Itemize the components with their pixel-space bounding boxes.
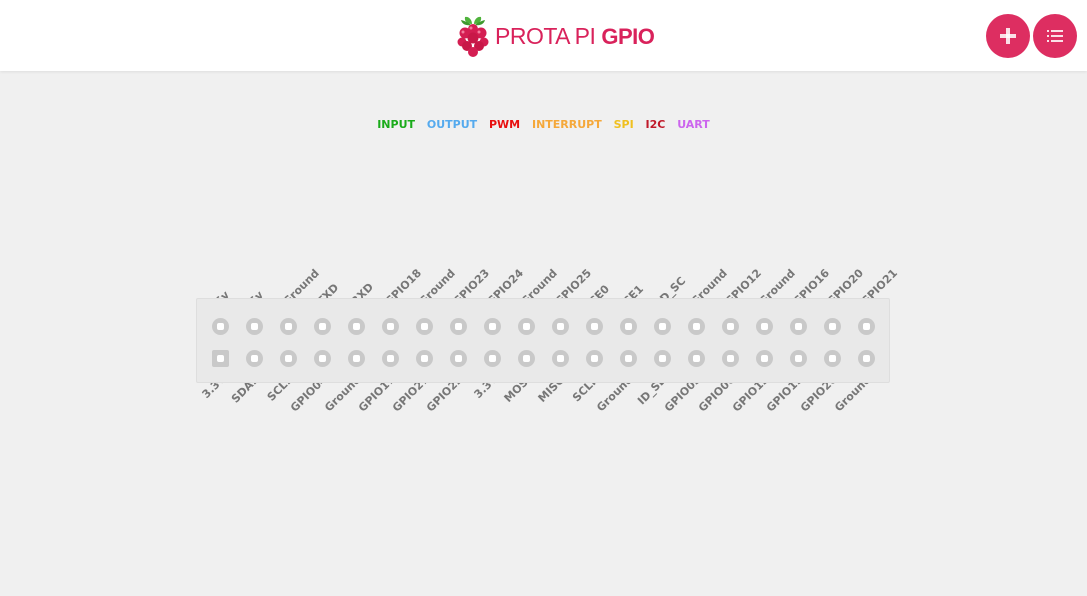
gpio-pin-bottom-4[interactable] [314,350,331,367]
gpio-pin-top-17[interactable] [756,318,773,335]
gpio-pin-bottom-20[interactable] [858,350,875,367]
gpio-pin-top-6[interactable] [382,318,399,335]
gpio-pin-top-8[interactable] [450,318,467,335]
gpio-pin-bottom-16[interactable] [722,350,739,367]
plus-icon [1000,28,1016,44]
gpio-pin-top-18[interactable] [790,318,807,335]
legend-uart[interactable]: UART [677,118,710,131]
legend-interrupt[interactable]: INTERRUPT [532,118,602,131]
app-title-bold: GPIO [601,23,655,49]
gpio-pin-top-2[interactable] [246,318,263,335]
gpio-pin-top-12[interactable] [586,318,603,335]
gpio-pin-bottom-1[interactable] [212,350,229,367]
gpio-pin-top-11[interactable] [552,318,569,335]
gpio-pin-bottom-14[interactable] [654,350,671,367]
gpio-pin-bottom-3[interactable] [280,350,297,367]
gpio-pin-bottom-12[interactable] [586,350,603,367]
gpio-pin-bottom-6[interactable] [382,350,399,367]
gpio-pin-bottom-5[interactable] [348,350,365,367]
legend-i2c[interactable]: I2C [646,118,666,131]
gpio-pin-top-10[interactable] [518,318,535,335]
gpio-pin-top-5[interactable] [348,318,365,335]
gpio-pin-top-4[interactable] [314,318,331,335]
raspberry-pi-icon [457,16,489,57]
legend-input[interactable]: INPUT [377,118,415,131]
gpio-header-board [196,298,890,383]
gpio-pin-bottom-19[interactable] [824,350,841,367]
app-logo[interactable]: PROTA PI GPIO [455,12,655,60]
gpio-pin-top-16[interactable] [722,318,739,335]
gpio-pin-bottom-8[interactable] [450,350,467,367]
gpio-pin-bottom-13[interactable] [620,350,637,367]
add-button[interactable] [986,14,1030,58]
gpio-pin-bottom-15[interactable] [688,350,705,367]
app-title-light: PROTA PI [495,22,596,49]
gpio-pin-top-7[interactable] [416,318,433,335]
app-header: PROTA PI GPIO [0,0,1087,71]
gpio-pin-top-14[interactable] [654,318,671,335]
gpio-pin-bottom-18[interactable] [790,350,807,367]
gpio-pin-top-19[interactable] [824,318,841,335]
legend-pwm[interactable]: PWM [489,118,520,131]
list-icon [1047,30,1063,42]
pin-type-legend: INPUT OUTPUT PWM INTERRUPT SPI I2C UART [0,118,1087,131]
gpio-pin-top-20[interactable] [858,318,875,335]
gpio-pin-top-1[interactable] [212,318,229,335]
gpio-pin-bottom-9[interactable] [484,350,501,367]
gpio-pin-top-3[interactable] [280,318,297,335]
gpio-pin-bottom-2[interactable] [246,350,263,367]
gpio-pin-bottom-7[interactable] [416,350,433,367]
legend-spi[interactable]: SPI [614,118,634,131]
legend-output[interactable]: OUTPUT [427,118,477,131]
app-title: PROTA PI GPIO [495,22,655,50]
gpio-pin-top-15[interactable] [688,318,705,335]
gpio-pin-bottom-17[interactable] [756,350,773,367]
gpio-pin-top-13[interactable] [620,318,637,335]
gpio-pin-bottom-10[interactable] [518,350,535,367]
gpio-pin-bottom-11[interactable] [552,350,569,367]
menu-button[interactable] [1033,14,1077,58]
gpio-pin-top-9[interactable] [484,318,501,335]
